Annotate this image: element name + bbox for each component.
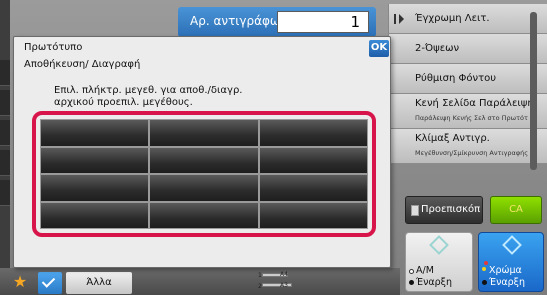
size-key[interactable] <box>149 174 259 202</box>
color-dot-icon <box>482 267 486 271</box>
start-icon <box>502 235 522 255</box>
copies-value: 1 <box>350 13 360 31</box>
preview-button[interactable]: Προεπισκόπ <box>405 196 483 224</box>
size-key[interactable] <box>40 119 150 147</box>
menu-item-sublabel: Μεγέθυνση/Σμίκρυνση Αντιγραφής <box>415 149 529 157</box>
menu-item-color-mode[interactable]: Έγχρωμη Λειτ. <box>388 4 547 34</box>
star-icon[interactable]: ★ <box>9 272 31 294</box>
bottom-bar: ★ Άλλα 1 A4 2 A3 <box>0 268 400 295</box>
size-key[interactable] <box>149 119 259 147</box>
size-key[interactable] <box>40 146 150 174</box>
right-menu: Έγχρωμη Λειτ. 2-Όψεων Ρύθμιση Φόντου Κεν… <box>388 4 547 164</box>
clear-all-label: CA <box>509 204 523 215</box>
check-icon <box>41 274 56 288</box>
color-start-line2: Έναρξη <box>489 277 526 288</box>
left-tab[interactable] <box>0 150 10 176</box>
left-strip <box>0 0 10 295</box>
size-key[interactable] <box>258 174 368 202</box>
size-key[interactable] <box>40 174 150 202</box>
size-key[interactable] <box>40 201 150 229</box>
bw-start-button[interactable]: Α/Μ Έναρξη <box>405 232 473 292</box>
color-start-line1: Χρώμα <box>489 265 522 276</box>
clear-all-button[interactable]: CA <box>490 196 542 224</box>
tray-size: A4 <box>280 271 288 278</box>
tray-number: 1 <box>258 272 262 279</box>
start-icon <box>429 235 449 255</box>
bw-start-line2: Έναρξη <box>416 277 453 288</box>
preview-label: Προεπισκόπ <box>421 204 481 215</box>
dialog-subtitle: Αποθήκευση/ Διαγραφή <box>24 59 141 70</box>
left-tab[interactable] <box>0 90 10 116</box>
menu-item-background[interactable]: Ρύθμιση Φόντου <box>388 64 547 94</box>
menu-collapse-icon[interactable] <box>394 14 396 24</box>
size-key[interactable] <box>258 119 368 147</box>
color-dot-icon <box>484 261 488 265</box>
menu-item-label: Κενή Σελίδα Παράλειψη <box>415 98 534 109</box>
size-key[interactable] <box>149 201 259 229</box>
copies-bar: Αρ. αντιγράφων 1 <box>178 7 376 37</box>
menu-item-sublabel: Παράλειψη Κενής Σελ στο Πρωτότ <box>415 114 528 122</box>
left-tab[interactable] <box>0 60 10 86</box>
menu-item-label: Ρύθμιση Φόντου <box>415 73 497 84</box>
copier-screen: Αρ. αντιγράφων 1 Έγχρωμη Λειτ. 2-Όψεων Ρ… <box>0 0 547 295</box>
bw-start-line1: Α/Μ <box>416 265 434 276</box>
menu-item-duplex[interactable]: 2-Όψεων <box>388 34 547 64</box>
menu-scrollbar[interactable] <box>530 12 537 170</box>
left-tab[interactable] <box>0 180 10 206</box>
left-tab[interactable] <box>0 120 10 146</box>
menu-item-copy-ratio[interactable]: Κλίμαξ Αντιγρ. Μεγέθυνση/Σμίκρυνση Αντιγ… <box>388 129 547 164</box>
copies-label: Αρ. αντιγράφων <box>190 14 287 28</box>
size-key[interactable] <box>258 201 368 229</box>
menu-item-label: Κλίμαξ Αντιγρ. <box>415 133 490 144</box>
menu-item-blank-page-skip[interactable]: Κενή Σελίδα Παράλειψη Παράλειψη Κενής Σε… <box>388 94 547 129</box>
ok-label: OK <box>370 42 388 53</box>
tray-size: A3 <box>280 282 288 289</box>
dialog-title: Πρωτότυπο <box>24 42 83 53</box>
bw-dot-icon <box>409 269 414 274</box>
tray-number: 2 <box>258 283 262 290</box>
document-icon <box>411 205 419 216</box>
size-key[interactable] <box>149 146 259 174</box>
color-dot-icon <box>482 280 487 285</box>
instruction-line2: αρχικού προεπιλ. μεγέθους. <box>54 97 193 108</box>
bw-dot-icon <box>409 280 414 285</box>
menu-item-label: 2-Όψεων <box>415 43 460 54</box>
size-key-grid <box>40 119 368 229</box>
size-key[interactable] <box>258 146 368 174</box>
copies-input[interactable]: 1 <box>277 11 369 33</box>
other-button[interactable]: Άλλα <box>66 272 132 294</box>
menu-item-label: Έγχρωμη Λειτ. <box>415 13 490 24</box>
ok-button[interactable]: OK <box>369 40 389 57</box>
other-label: Άλλα <box>86 277 112 288</box>
menu-arrow-icon <box>399 14 404 24</box>
check-button[interactable] <box>38 272 62 294</box>
color-start-button[interactable]: Χρώμα Έναρξη <box>478 232 544 292</box>
instruction-line1: Επιλ. πλήκτρ. μεγεθ. για αποθ./διαγρ. <box>54 85 243 96</box>
paper-tray-icon: 1 A4 2 A3 <box>258 271 302 292</box>
original-store-delete-dialog: Πρωτότυπο Αποθήκευση/ Διαγραφή OK Επιλ. … <box>13 36 391 268</box>
